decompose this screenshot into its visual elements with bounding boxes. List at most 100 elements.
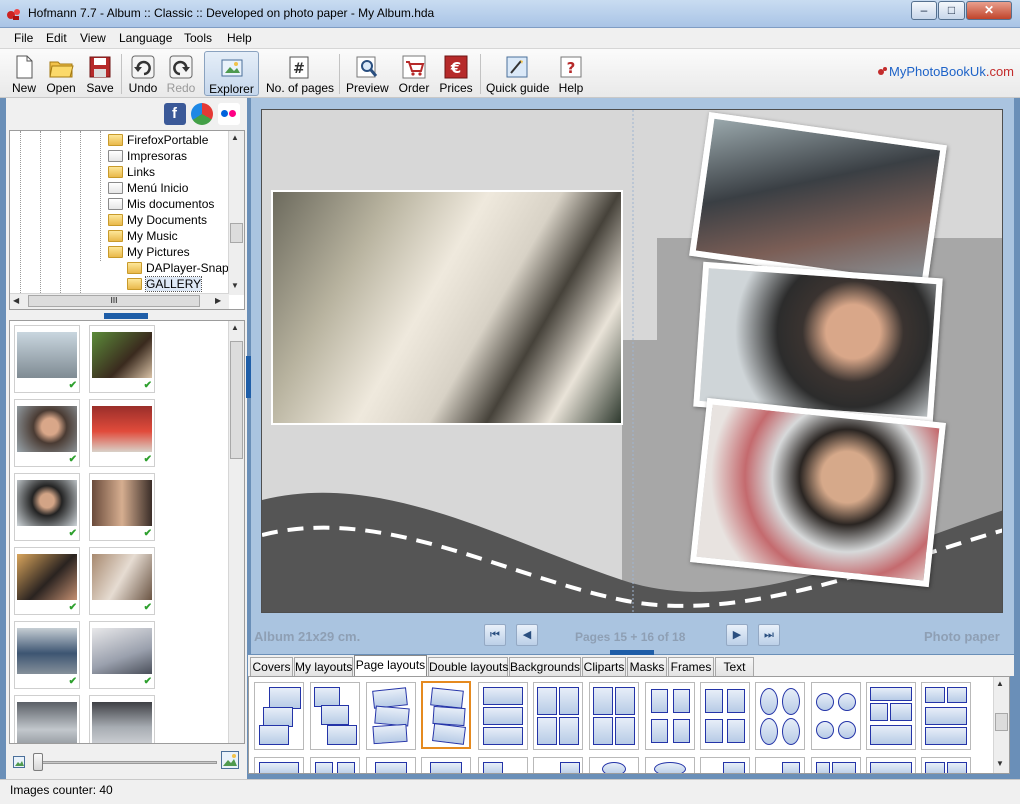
layout-option[interactable] [478, 757, 528, 773]
layout-option[interactable] [866, 682, 916, 750]
tree-item[interactable]: FirefoxPortable [108, 133, 208, 149]
list-item[interactable]: ✔ [89, 399, 155, 467]
zoom-slider-handle[interactable] [33, 753, 43, 771]
list-item[interactable] [89, 695, 155, 743]
tree-item[interactable]: Impresoras [108, 149, 187, 165]
layout-option[interactable] [755, 757, 805, 773]
quick-guide-button[interactable]: Quick guide [486, 51, 549, 96]
tree-horizontal-scrollbar[interactable]: ◀ III ▶ [10, 293, 229, 309]
list-item[interactable]: ✔ [89, 621, 155, 689]
photo-thumbnails[interactable]: ✔ ✔ ✔ ✔ ✔ ✔ ✔ ✔ ✔ ✔ ▲ [9, 320, 245, 744]
tree-item[interactable]: Links [108, 165, 155, 181]
layout-option[interactable] [310, 682, 360, 750]
layout-option[interactable] [533, 682, 583, 750]
list-item[interactable]: ✔ [89, 547, 155, 615]
list-item[interactable]: ✔ [14, 621, 80, 689]
album-photo-hallway[interactable] [271, 190, 623, 425]
list-item[interactable] [14, 695, 80, 743]
menu-view[interactable]: View [80, 31, 106, 45]
menu-language[interactable]: Language [119, 31, 172, 45]
layout-option[interactable] [254, 682, 304, 750]
layout-option[interactable] [366, 757, 416, 773]
layout-option[interactable] [866, 757, 916, 773]
album-photo-man-glasses[interactable] [693, 261, 943, 424]
prices-button[interactable]: € Prices [439, 51, 473, 96]
redo-button[interactable]: Redo [165, 51, 197, 96]
menu-tools[interactable]: Tools [184, 31, 212, 45]
layout-option-selected[interactable] [421, 681, 471, 749]
tree-item[interactable]: Menú Inicio [108, 181, 188, 197]
layout-option[interactable] [366, 682, 416, 750]
layout-option[interactable] [811, 682, 861, 750]
undo-button[interactable]: Undo [126, 51, 160, 96]
tree-hscroll-thumb[interactable]: III [28, 295, 200, 307]
tree-vertical-scrollbar[interactable]: ▲ ▼ [228, 131, 244, 295]
zoom-slider-track[interactable] [33, 761, 217, 764]
layout-option[interactable] [533, 757, 583, 773]
new-button[interactable]: New [6, 51, 42, 96]
list-item[interactable]: ✔ [14, 325, 80, 393]
layout-option[interactable] [645, 682, 695, 750]
folder-tree[interactable]: FirefoxPortable Impresoras Links Menú In… [9, 130, 245, 310]
tab-backgrounds[interactable]: Backgrounds [509, 657, 581, 676]
thumbnails-scrollbar[interactable]: ▲ [228, 321, 244, 743]
previous-page-button[interactable]: ◀ [516, 624, 538, 646]
list-item[interactable]: ✔ [14, 547, 80, 615]
layout-option[interactable] [254, 757, 304, 773]
facebook-icon[interactable]: f [164, 103, 186, 125]
tab-covers[interactable]: Covers [250, 657, 293, 676]
tree-splitter-handle[interactable] [104, 313, 148, 319]
menu-edit[interactable]: Edit [46, 31, 67, 45]
layout-option[interactable] [589, 757, 639, 773]
layout-option[interactable] [310, 757, 360, 773]
tab-page-layouts[interactable]: Page layouts [354, 655, 427, 677]
menu-help[interactable]: Help [227, 31, 252, 45]
tree-item[interactable]: My Music [108, 229, 178, 245]
minimize-button[interactable]: – [911, 1, 937, 20]
tree-item[interactable]: DAPlayer-Snapsh [127, 261, 241, 277]
tab-my-layouts[interactable]: My layouts [294, 657, 353, 676]
layout-option[interactable] [700, 757, 750, 773]
list-item[interactable]: ✔ [14, 473, 80, 541]
layout-option[interactable] [478, 682, 528, 750]
album-spread[interactable] [261, 109, 1003, 613]
open-button[interactable]: Open [44, 51, 78, 96]
number-of-pages-button[interactable]: # No. of pages [266, 51, 334, 96]
layouts-scroll-thumb[interactable] [995, 713, 1008, 731]
layout-option[interactable] [589, 682, 639, 750]
album-photo-smiling-man[interactable] [690, 397, 946, 588]
next-page-button[interactable]: ▶ [726, 624, 748, 646]
layout-option[interactable] [645, 757, 695, 773]
tab-text[interactable]: Text [715, 657, 754, 676]
list-item[interactable]: ✔ [89, 325, 155, 393]
explorer-button[interactable]: Explorer [204, 51, 259, 96]
menu-file[interactable]: File [14, 31, 33, 45]
tree-item[interactable]: Mis documentos [108, 197, 214, 213]
list-item[interactable]: ✔ [14, 399, 80, 467]
layout-option[interactable] [921, 757, 971, 773]
tab-frames[interactable]: Frames [668, 657, 714, 676]
close-button[interactable]: ✕ [966, 1, 1012, 20]
maximize-button[interactable]: □ [938, 1, 965, 20]
order-button[interactable]: Order [397, 51, 431, 96]
last-page-button[interactable]: ⏭ [758, 624, 780, 646]
layout-option[interactable] [921, 682, 971, 750]
picasa-icon[interactable] [191, 103, 213, 125]
tab-masks[interactable]: Masks [627, 657, 667, 676]
first-page-button[interactable]: ⏮ [484, 624, 506, 646]
layouts-scrollbar[interactable]: ▲ ▼ [993, 677, 1009, 773]
preview-button[interactable]: Preview [346, 51, 389, 96]
layout-option[interactable] [700, 682, 750, 750]
layout-option[interactable] [755, 682, 805, 750]
layout-option[interactable] [421, 757, 471, 773]
brand-logo[interactable]: MyPhotoBookUk.com [877, 64, 1014, 79]
tab-cliparts[interactable]: Cliparts [582, 657, 626, 676]
tree-item-selected[interactable]: GALLERY [127, 276, 203, 293]
save-button[interactable]: Save [84, 51, 116, 96]
tree-scroll-thumb[interactable] [230, 223, 243, 243]
page-layouts-grid[interactable]: ▲ ▼ [248, 676, 1010, 774]
flickr-icon[interactable] [218, 103, 240, 125]
tree-item[interactable]: My Pictures [108, 245, 190, 261]
thumbnails-scroll-thumb[interactable] [230, 341, 243, 459]
help-button[interactable]: ? Help [556, 51, 586, 96]
